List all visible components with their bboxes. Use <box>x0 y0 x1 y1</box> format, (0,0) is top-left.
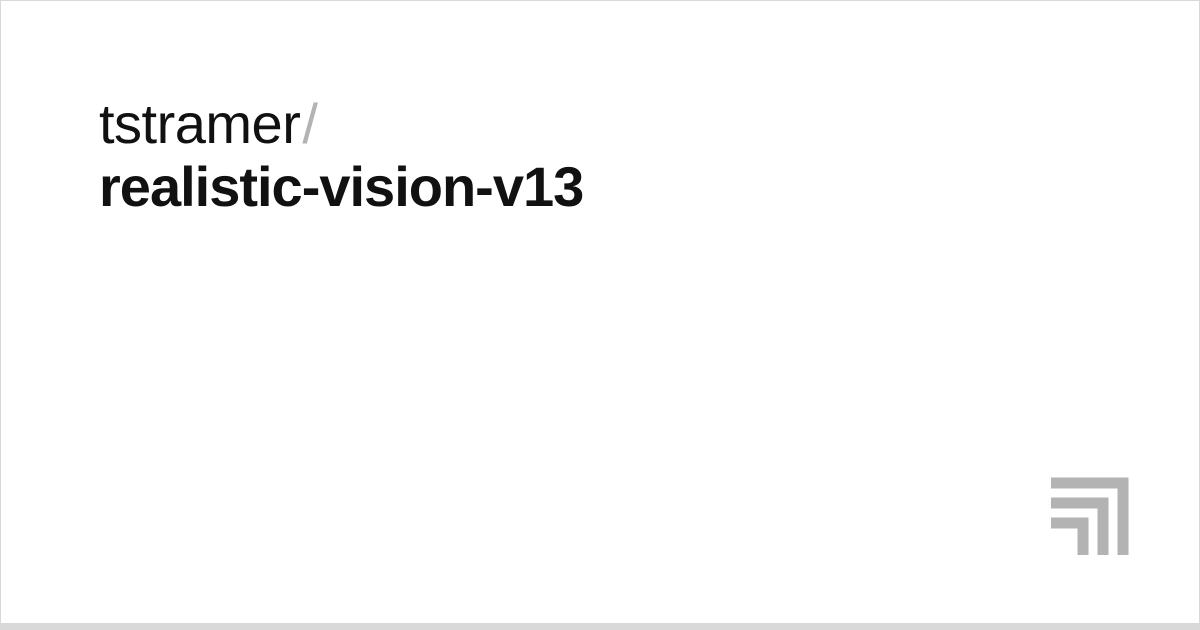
model-heading: tstramer/ realistic-vision-v13 <box>99 93 583 218</box>
model-name[interactable]: realistic-vision-v13 <box>99 155 583 218</box>
model-owner[interactable]: tstramer <box>99 92 300 155</box>
replicate-logo-icon <box>1045 477 1129 561</box>
path-separator: / <box>300 92 319 155</box>
model-card: tstramer/ realistic-vision-v13 <box>0 0 1200 624</box>
